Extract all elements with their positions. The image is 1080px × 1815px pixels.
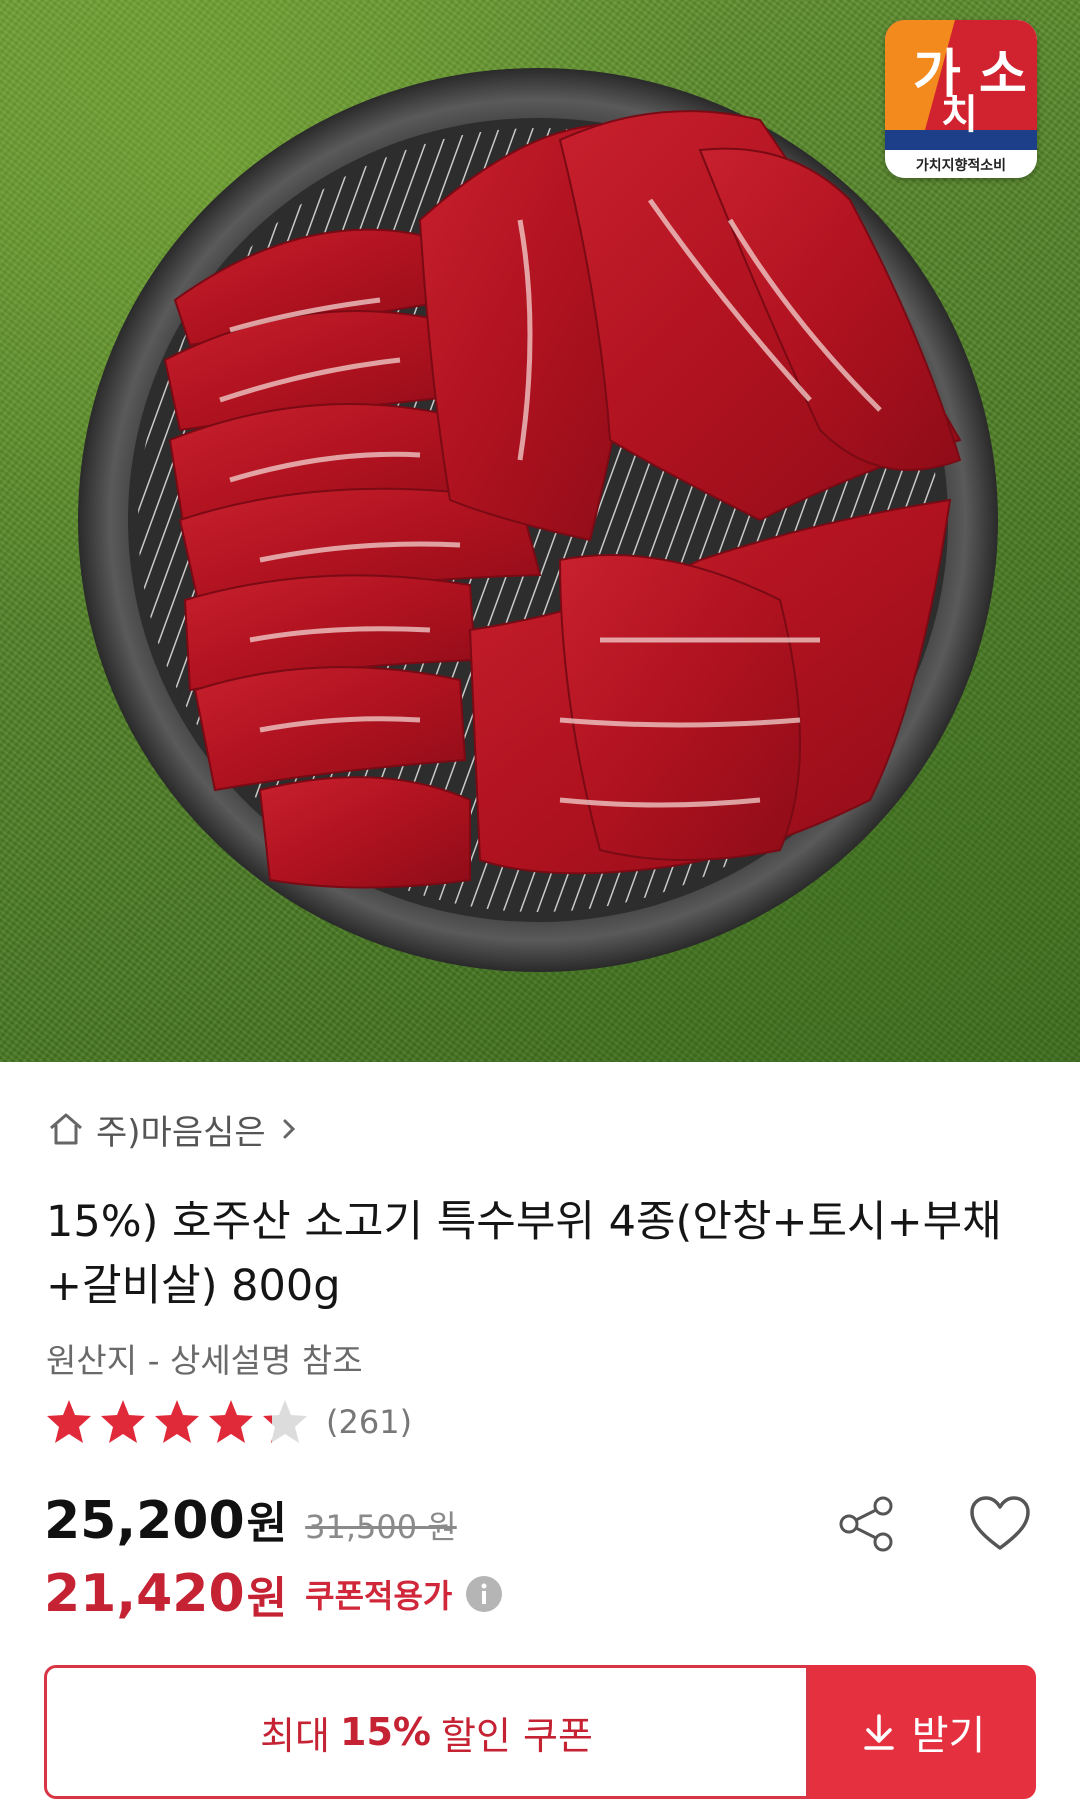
store-name[interactable]: 주)마음심은 bbox=[96, 1105, 266, 1154]
review-count[interactable]: (261) bbox=[326, 1403, 412, 1441]
rating-row[interactable]: (261) bbox=[44, 1394, 412, 1450]
store-link[interactable]: 주)마음심은 bbox=[46, 1104, 302, 1154]
heart-icon[interactable] bbox=[968, 1494, 1032, 1554]
sale-price-value: 25,200 bbox=[44, 1491, 245, 1551]
coupon-price-unit: 원 bbox=[246, 1573, 288, 1624]
coupon-prefix: 최대 bbox=[260, 1713, 331, 1758]
sale-price-unit: 원 bbox=[246, 1498, 288, 1549]
coupon-info-button[interactable]: 최대 15% 할인 쿠폰 bbox=[44, 1665, 809, 1799]
star-icon bbox=[263, 1400, 307, 1443]
star-icon bbox=[101, 1400, 145, 1443]
coupon-price: 21,420 원 쿠폰적용가 bbox=[44, 1562, 504, 1626]
home-icon bbox=[50, 1113, 82, 1145]
coupon-price-label: 쿠폰적용가 bbox=[305, 1577, 453, 1615]
coupon-download-label: 받기 bbox=[911, 1713, 986, 1759]
download-icon bbox=[863, 1714, 894, 1750]
product-title: 15%) 호주산 소고기 특수부위 4종(안창+토시+부채+갈비살) 800g bbox=[46, 1197, 1002, 1311]
chevron-right-icon bbox=[283, 1119, 295, 1139]
coupon-suffix: 할인 쿠폰 bbox=[440, 1713, 593, 1758]
product-origin: 원산지 - 상세설명 참조 bbox=[46, 1341, 363, 1380]
coupon-bar: 최대 15% 할인 쿠폰 받기 bbox=[44, 1665, 1036, 1799]
coupon-download-button[interactable]: 받기 bbox=[809, 1665, 1036, 1799]
share-icon[interactable] bbox=[835, 1492, 899, 1556]
coupon-percent: 15% bbox=[340, 1710, 431, 1754]
sale-price: 25,200 원 31,500 원 bbox=[44, 1487, 457, 1551]
star-icon bbox=[47, 1400, 91, 1443]
badge-text-2: 치 bbox=[941, 92, 978, 138]
star-icon bbox=[155, 1400, 199, 1443]
brand-badge-logo: 가 소 치 가치지향적소비 bbox=[885, 20, 1037, 178]
info-icon[interactable] bbox=[464, 1574, 504, 1614]
star-icon bbox=[209, 1400, 253, 1443]
rating-stars bbox=[44, 1397, 314, 1447]
coupon-price-value: 21,420 bbox=[44, 1564, 245, 1624]
product-image[interactable]: 가 소 치 가치지향적소비 bbox=[0, 0, 1080, 1062]
product-info: 주)마음심은 15%) 호주산 소고기 특수부위 4종(안창+토시+부채+갈비살… bbox=[0, 1062, 1080, 1815]
original-price: 31,500 원 bbox=[305, 1508, 457, 1546]
badge-tagline: 가치지향적소비 bbox=[916, 157, 1006, 174]
